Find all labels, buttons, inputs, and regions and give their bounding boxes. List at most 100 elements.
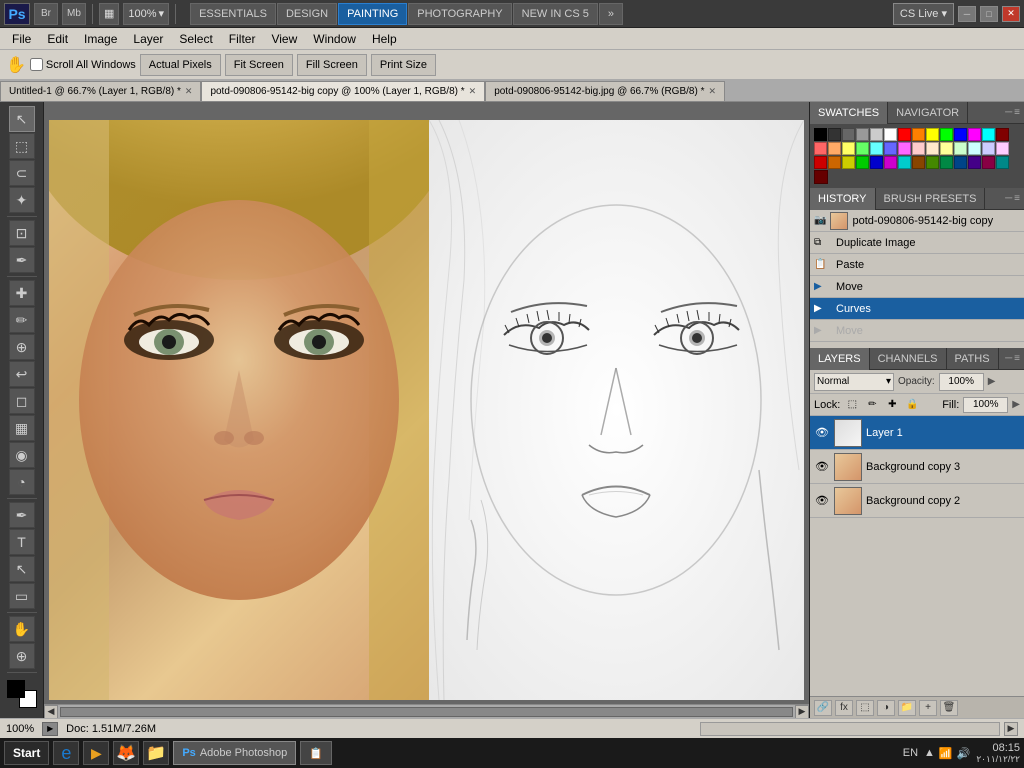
history-brush-btn[interactable]: ↩ [9,361,35,387]
swatch[interactable] [884,142,897,155]
bridge-btn[interactable]: Br [34,3,58,25]
menu-window[interactable]: Window [305,28,364,50]
lock-all-btn[interactable]: 🔒 [904,397,920,413]
scroll-left-btn[interactable]: ◀ [44,705,58,719]
minimize-btn[interactable]: ─ [958,6,976,22]
fill-expand-btn[interactable]: ▶ [1012,399,1020,410]
lasso-tool-btn[interactable]: ⊂ [9,160,35,186]
horizontal-scroll[interactable] [700,722,1000,736]
screen-mode-dropdown[interactable]: ▦ [99,3,119,25]
swatch[interactable] [982,128,995,141]
doc-tab-2-close[interactable]: ✕ [708,86,716,97]
doc-tab-1[interactable]: potd-090806-95142-big copy @ 100% (Layer… [201,81,485,101]
doc-tab-0[interactable]: Untitled-1 @ 66.7% (Layer 1, RGB/8) * ✕ [0,81,201,101]
menu-help[interactable]: Help [364,28,405,50]
h-scroll-right[interactable]: ▶ [1004,722,1018,736]
lock-brush-btn[interactable]: ✏ [864,397,880,413]
scroll-windows-checkbox[interactable]: Scroll All Windows [30,58,136,71]
layer-row-2[interactable]: 👁 Background copy 2 [810,484,1024,518]
start-button[interactable]: Start [4,741,49,765]
shape-tool-btn[interactable]: ▭ [9,583,35,609]
marquee-tool-btn[interactable]: ⬚ [9,133,35,159]
tab-paths[interactable]: PATHS [947,348,999,370]
menu-layer[interactable]: Layer [125,28,171,50]
link-layers-btn[interactable]: 🔗 [814,700,832,716]
history-item-5[interactable]: ▶ Move [810,320,1024,342]
tab-layers[interactable]: LAYERS [810,348,870,370]
eyedropper-tool-btn[interactable]: ✒ [9,247,35,273]
swatch[interactable] [912,128,925,141]
swatch[interactable] [996,156,1009,169]
folder-btn[interactable]: 📁 [898,700,916,716]
scroll-windows-input[interactable] [30,58,43,71]
layers-menu-btn[interactable]: ≡ [1014,353,1020,364]
swatch[interactable] [954,142,967,155]
close-btn[interactable]: ✕ [1002,6,1020,22]
media-icon[interactable]: ▶ [83,741,109,765]
swatch[interactable] [828,142,841,155]
swatch[interactable] [898,156,911,169]
move-tool-btn[interactable]: ↖ [9,106,35,132]
fg-bg-colors[interactable] [7,680,37,708]
cs-live-btn[interactable]: CS Live ▾ [893,3,954,25]
history-collapse-btn[interactable]: ─ [1005,193,1012,204]
new-layer-btn[interactable]: + [919,700,937,716]
swatch[interactable] [884,156,897,169]
dodge-tool-btn[interactable]: ◔ [9,469,35,495]
pen-tool-btn[interactable]: ✒ [9,502,35,528]
doc-tab-0-close[interactable]: ✕ [185,86,193,97]
zoom-tool-btn[interactable]: ⊕ [9,643,35,669]
swatch[interactable] [968,142,981,155]
opacity-expand-btn[interactable]: ▶ [988,376,996,387]
tab-essentials[interactable]: ESSENTIALS [190,3,276,25]
swatch[interactable] [912,156,925,169]
hand-tool-btn[interactable]: ✋ [9,616,35,642]
swatch[interactable] [954,128,967,141]
panel-expand-btn[interactable]: ≡ [1014,107,1020,118]
layer-1-eye[interactable]: 👁 [814,459,830,475]
menu-file[interactable]: File [4,28,39,50]
history-item-1[interactable]: ⧉ Duplicate Image [810,232,1024,254]
swatch[interactable] [968,156,981,169]
swatch[interactable] [996,128,1009,141]
ie-icon[interactable]: e [53,741,79,765]
menu-filter[interactable]: Filter [221,28,264,50]
swatch[interactable] [940,128,953,141]
swatch[interactable] [856,142,869,155]
swatch[interactable] [814,128,827,141]
tab-new-cs5[interactable]: NEW IN CS 5 [513,3,598,25]
swatch[interactable] [940,142,953,155]
history-item-0[interactable]: 📷 potd-090806-95142-big copy [810,210,1024,232]
fill-field[interactable]: 100% [963,397,1008,413]
swatch[interactable] [842,156,855,169]
swatch[interactable] [982,156,995,169]
swatch[interactable] [856,156,869,169]
swatch[interactable] [996,142,1009,155]
swatch[interactable] [842,128,855,141]
scroll-right-btn[interactable]: ▶ [795,705,809,719]
other-app[interactable]: 📋 [300,741,332,765]
horizontal-scrollbar[interactable]: ◀ ▶ [44,704,809,718]
tab-swatches[interactable]: SWATCHES [810,102,888,124]
quick-select-tool-btn[interactable]: ✦ [9,187,35,213]
swatch[interactable] [982,142,995,155]
layers-collapse-btn[interactable]: ─ [1005,353,1012,364]
tab-more[interactable]: » [599,3,623,25]
tab-navigator[interactable]: NAVIGATOR [888,102,968,124]
path-select-btn[interactable]: ↖ [9,556,35,582]
swatch-dark-red[interactable] [814,170,828,184]
menu-select[interactable]: Select [171,28,220,50]
swatch[interactable] [968,128,981,141]
history-menu-btn[interactable]: ≡ [1014,193,1020,204]
swatch[interactable] [884,128,897,141]
swatch[interactable] [898,128,911,141]
menu-view[interactable]: View [263,28,305,50]
zoom-info-btn[interactable]: ▶ [42,722,58,736]
lock-move-btn[interactable]: ✚ [884,397,900,413]
swatch[interactable] [954,156,967,169]
doc-tab-1-close[interactable]: ✕ [469,86,477,97]
swatch[interactable] [926,142,939,155]
fit-screen-btn[interactable]: Fit Screen [225,54,293,76]
swatch[interactable] [828,156,841,169]
delete-layer-btn[interactable]: 🗑 [940,700,958,716]
